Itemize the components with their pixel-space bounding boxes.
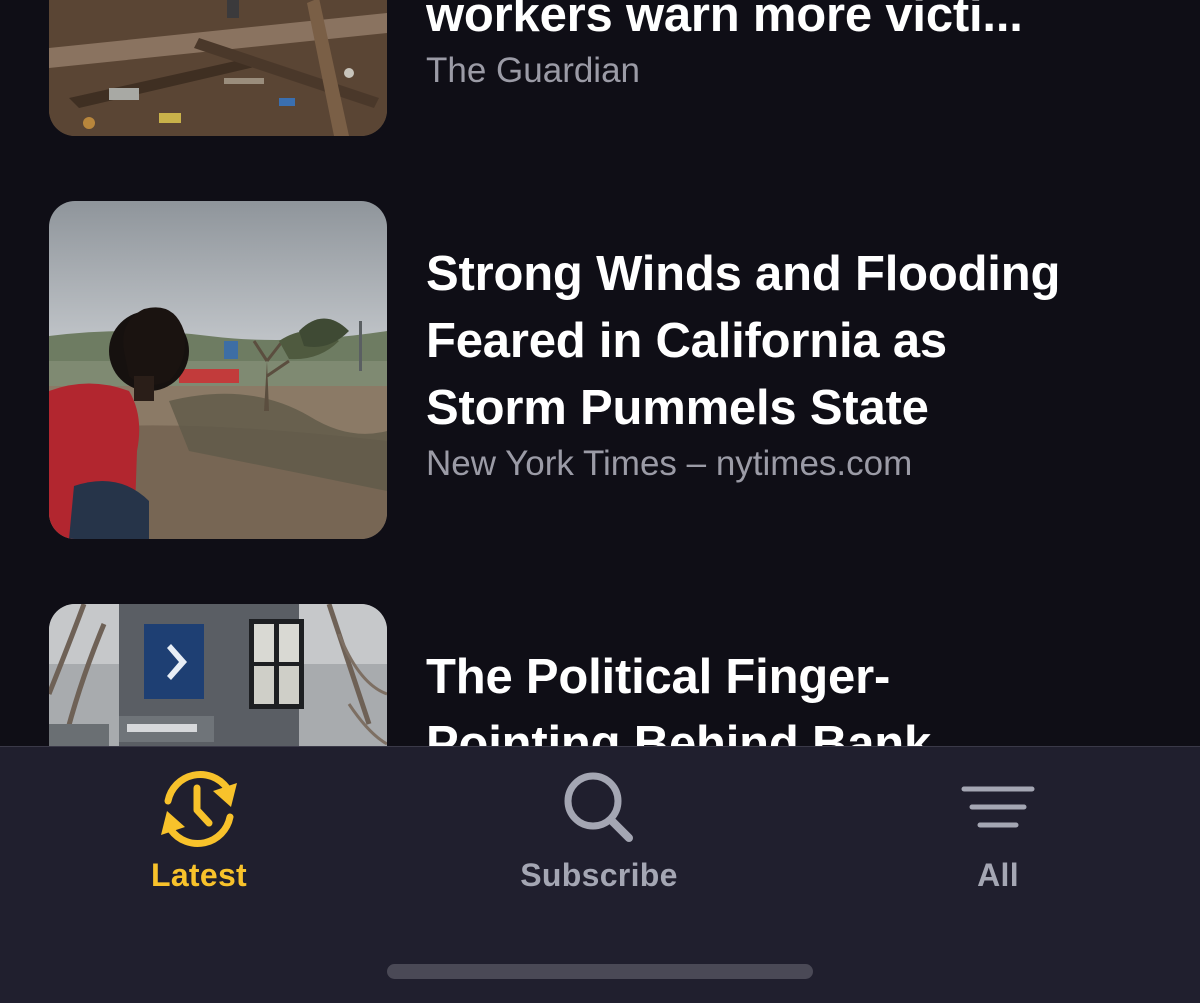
headline-line: The Political Finger- — [426, 650, 891, 704]
bottom-tab-bar: Latest Subscribe All — [0, 746, 1200, 1003]
tab-all[interactable]: All — [868, 761, 1128, 901]
article-source: New York Times – nytimes.com — [426, 444, 913, 483]
app-screen: workers warn more victi... The Guardian — [0, 0, 1200, 1003]
debris-photo-image — [49, 0, 387, 136]
tab-label: Subscribe — [520, 857, 678, 893]
search-icon — [564, 772, 633, 842]
article-headline[interactable]: workers warn more victi... — [426, 0, 1066, 49]
article-text[interactable]: The Political Finger- Pointing Behind Ba… — [426, 644, 1126, 746]
article-text[interactable]: Strong Winds and Flooding Feared in Cali… — [426, 241, 1126, 488]
clock-refresh-icon — [161, 771, 237, 847]
article-source: The Guardian — [426, 51, 641, 90]
tab-label: All — [977, 857, 1019, 893]
article-headline[interactable]: The Political Finger- Pointing Behind Ba… — [426, 644, 1126, 746]
article-card[interactable]: The Political Finger- Pointing Behind Ba… — [0, 604, 1200, 746]
tab-latest[interactable]: Latest — [69, 761, 329, 901]
article-headline[interactable]: Strong Winds and Flooding Feared in Cali… — [426, 241, 1126, 442]
article-thumbnail[interactable] — [49, 0, 387, 136]
tab-subscribe[interactable]: Subscribe — [469, 761, 729, 901]
headline-line: Feared in California as — [426, 314, 947, 368]
flood-photo-image — [49, 201, 387, 539]
headline-line: Strong Winds and Flooding — [426, 247, 1061, 301]
article-text[interactable]: workers warn more victi... The Guardian — [426, 0, 1126, 95]
list-lines-icon — [961, 786, 1035, 828]
headline-line: Pointing Behind Bank — [426, 717, 932, 746]
bank-building-photo-image — [49, 604, 387, 746]
home-indicator[interactable] — [387, 964, 813, 979]
headline-line: Storm Pummels State — [426, 381, 929, 435]
news-feed[interactable]: workers warn more victi... The Guardian — [0, 0, 1200, 746]
article-thumbnail[interactable] — [49, 604, 387, 746]
tab-label: Latest — [150, 857, 248, 893]
article-card[interactable]: workers warn more victi... The Guardian — [0, 0, 1200, 136]
article-thumbnail[interactable] — [49, 201, 387, 539]
article-card[interactable]: Strong Winds and Flooding Feared in Cali… — [0, 201, 1200, 539]
